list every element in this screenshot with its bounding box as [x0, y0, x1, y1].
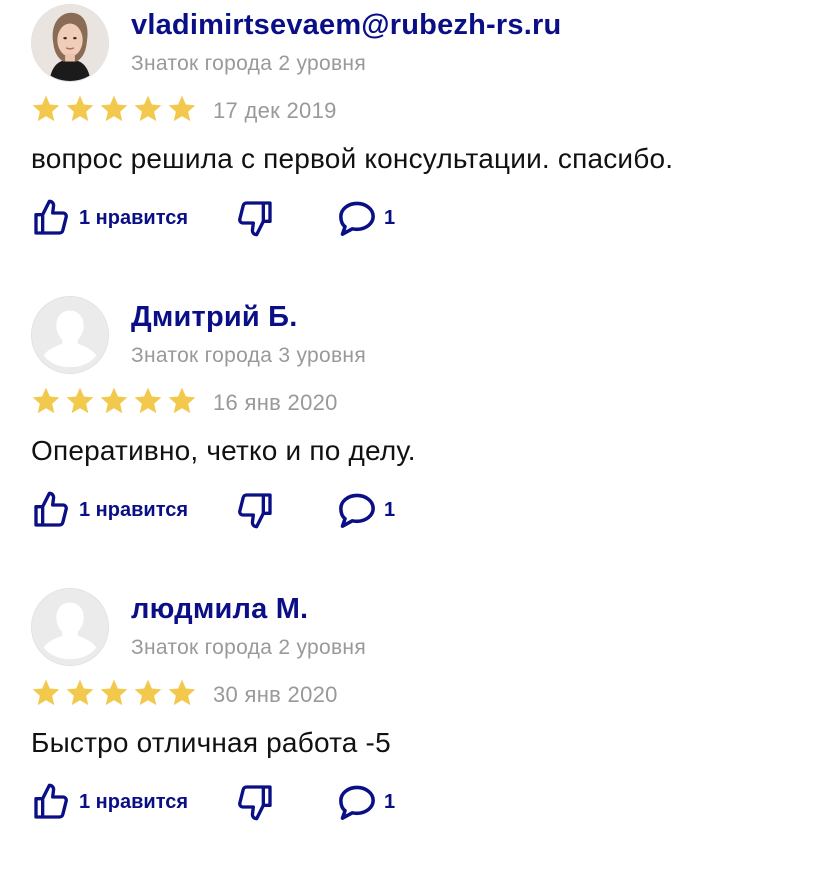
star-icon — [134, 387, 162, 414]
comment-bubble-icon — [339, 201, 375, 236]
avatar[interactable] — [31, 4, 109, 82]
star-icon — [66, 95, 94, 122]
thumbs-down-icon — [238, 785, 272, 821]
star-icon — [66, 387, 94, 414]
dislike-button[interactable] — [235, 198, 275, 243]
star-icon — [32, 387, 60, 414]
star-icon — [100, 387, 128, 414]
thumbs-down-icon — [238, 201, 272, 237]
review-date: 17 дек 2019 — [213, 98, 337, 123]
star-icon — [66, 679, 94, 706]
comment-bubble-icon — [339, 785, 375, 820]
like-label: 1 нравится — [79, 206, 189, 229]
like-button[interactable]: 1 нравится — [31, 490, 188, 530]
dislike-button[interactable] — [235, 782, 275, 827]
star-icon — [168, 95, 196, 122]
avatar[interactable] — [31, 588, 109, 666]
review-card: Дмитрий Б. Знаток города 3 уровня 16 янв… — [0, 292, 828, 584]
author-level: Знаток города 3 уровня — [131, 344, 366, 367]
dislike-button[interactable] — [235, 490, 275, 535]
review-card: людмила М. Знаток города 2 уровня 30 янв… — [0, 584, 828, 876]
user-placeholder-icon — [32, 297, 108, 373]
review-card: vladimirtsevaem@rubezh-rs.ru Знаток горо… — [0, 0, 828, 292]
thumbs-up-icon — [34, 491, 68, 527]
user-placeholder-icon — [32, 589, 108, 665]
like-button[interactable]: 1 нравится — [31, 782, 188, 822]
review-date: 30 янв 2020 — [213, 682, 338, 707]
review-date: 16 янв 2020 — [213, 390, 338, 415]
review-text: Быстро отличная работа -5 — [31, 727, 391, 758]
avatar[interactable] — [31, 296, 109, 374]
thumbs-up-icon — [34, 783, 68, 819]
like-button[interactable]: 1 нравится — [31, 198, 188, 238]
author-level: Знаток города 2 уровня — [131, 52, 366, 75]
thumbs-up-icon — [34, 199, 68, 235]
rating-stars — [30, 677, 198, 713]
star-icon — [134, 95, 162, 122]
star-icon — [168, 387, 196, 414]
review-author[interactable]: людмила М. — [131, 593, 308, 626]
comment-count: 1 — [384, 206, 396, 229]
rating-stars — [30, 385, 198, 421]
rating-stars — [30, 93, 198, 129]
star-icon — [100, 95, 128, 122]
review-author[interactable]: Дмитрий Б. — [131, 301, 297, 334]
comment-count: 1 — [384, 790, 396, 813]
star-icon — [32, 679, 60, 706]
like-label: 1 нравится — [79, 498, 189, 521]
review-author[interactable]: vladimirtsevaem@rubezh-rs.ru — [131, 9, 561, 42]
star-icon — [32, 95, 60, 122]
like-label: 1 нравится — [79, 790, 189, 813]
star-icon — [100, 679, 128, 706]
star-icon — [134, 679, 162, 706]
comment-count: 1 — [384, 498, 396, 521]
comments-button[interactable]: 1 — [336, 490, 395, 530]
review-text: вопрос решила с первой консультации. спа… — [31, 143, 674, 174]
thumbs-down-icon — [238, 493, 272, 529]
comments-button[interactable]: 1 — [336, 782, 395, 822]
review-text: Оперативно, четко и по делу. — [31, 435, 416, 466]
star-icon — [168, 679, 196, 706]
user-photo-icon — [32, 5, 108, 81]
comments-button[interactable]: 1 — [336, 198, 395, 238]
comment-bubble-icon — [339, 493, 375, 528]
author-level: Знаток города 2 уровня — [131, 636, 366, 659]
